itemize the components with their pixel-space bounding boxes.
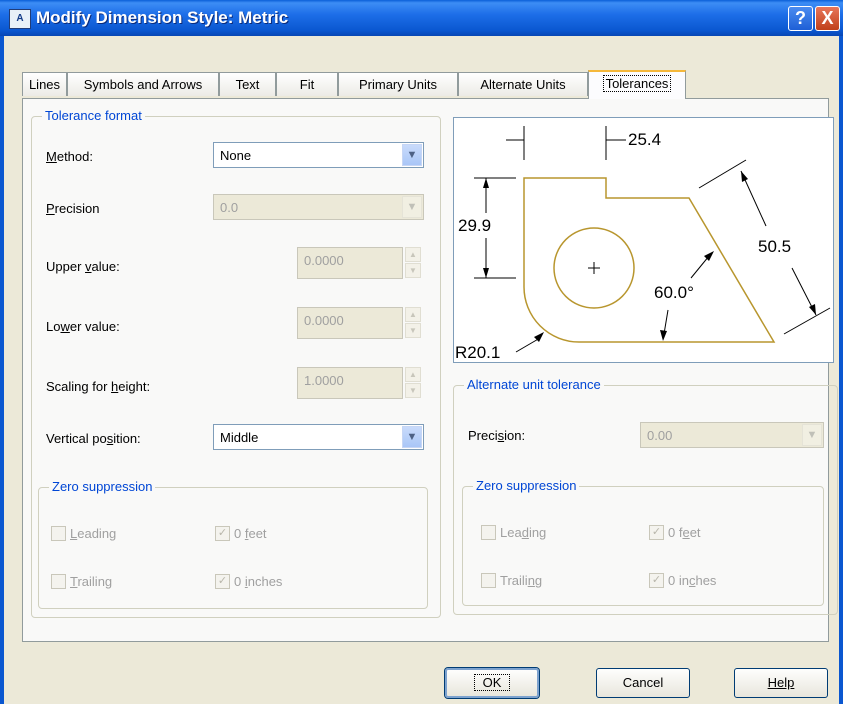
lower-value-label: Lower value:	[46, 319, 120, 334]
lower-value-input[interactable]: 0.0000	[297, 307, 403, 339]
vertical-position-value: Middle	[220, 430, 259, 445]
close-button[interactable]: X	[815, 6, 840, 31]
arrowhead	[483, 268, 489, 278]
arrowhead	[483, 178, 489, 188]
tab-text[interactable]: Text	[219, 72, 276, 96]
alt-zero-suppression-group: Zero suppression Leading Trailing ✓ 0 fe…	[462, 478, 824, 606]
alternate-unit-tolerance-group: Alternate unit tolerance Precision: 0.00…	[453, 377, 838, 615]
zero-inches-label: 0 inches	[234, 574, 283, 589]
help-label: Help	[767, 675, 795, 690]
method-select[interactable]: None ▼	[213, 142, 424, 168]
dim-right-text: 50.5	[758, 237, 791, 256]
checkmark-icon[interactable]: ✓	[215, 526, 230, 541]
checkbox-icon[interactable]	[51, 526, 66, 541]
alt-precision-select[interactable]: 0.00 ▼	[640, 422, 824, 448]
scaling-for-height-label: Scaling for height:	[46, 379, 151, 394]
lower-value-spinner[interactable]: 0.0000 ▲ ▼	[297, 307, 421, 339]
alt-trailing-label: Trailing	[500, 573, 543, 588]
tab-tolerances[interactable]: Tolerances	[588, 70, 686, 99]
tab-symbols-and-arrows[interactable]: Symbols and Arrows	[67, 72, 219, 96]
tolerance-format-title: Tolerance format	[42, 108, 145, 123]
precision-label: Precision	[46, 201, 100, 216]
method-value: None	[220, 148, 252, 163]
upper-value-label: Upper value:	[46, 259, 120, 274]
alt-precision-label: Precision:	[468, 428, 526, 443]
tab-lines[interactable]: Lines	[22, 72, 67, 96]
precision-select[interactable]: 0.0 ▼	[213, 194, 424, 220]
help-button[interactable]: Help	[734, 668, 828, 698]
spin-down-icon[interactable]: ▼	[405, 383, 421, 398]
cancel-button[interactable]: Cancel	[596, 668, 690, 698]
zero-suppression-group: Zero suppression Leading Trailing ✓ 0 fe…	[38, 479, 428, 609]
upper-value-spinner[interactable]: 0.0000 ▲ ▼	[297, 247, 421, 279]
preview-drawing: 25.4 29.9 50.5 60.0° R20.1	[455, 126, 831, 362]
extension-line	[783, 307, 831, 335]
zero-feet-label: 0 feet	[234, 526, 267, 541]
window-border-left	[0, 36, 4, 704]
checkmark-icon[interactable]: ✓	[215, 574, 230, 589]
app-icon: A	[9, 9, 31, 29]
spin-up-icon[interactable]: ▲	[405, 307, 421, 322]
precision-value: 0.0	[220, 200, 239, 215]
vertical-position-select[interactable]: Middle ▼	[213, 424, 424, 450]
chevron-down-icon[interactable]: ▼	[402, 426, 422, 448]
help-title-button[interactable]: ?	[788, 6, 813, 31]
trailing-label: Trailing	[70, 574, 113, 589]
dialog-title: Modify Dimension Style: Metric	[36, 8, 289, 27]
checkbox-icon[interactable]	[481, 573, 496, 588]
checkbox-icon[interactable]	[481, 525, 496, 540]
dim-left-text: 29.9	[458, 216, 491, 235]
spin-up-icon[interactable]: ▲	[405, 367, 421, 382]
leader-line	[515, 337, 541, 353]
alt-precision-value: 0.00	[647, 428, 673, 443]
arrowhead	[741, 171, 748, 182]
spin-down-icon[interactable]: ▼	[405, 323, 421, 338]
arrowhead	[660, 330, 667, 341]
upper-value-input[interactable]: 0.0000	[297, 247, 403, 279]
chevron-down-icon[interactable]: ▼	[402, 196, 422, 218]
dim-top-text: 25.4	[628, 130, 661, 149]
tolerance-format-group: Tolerance format Method: None ▼ Precisio…	[31, 108, 441, 618]
checkmark-icon[interactable]: ✓	[649, 525, 664, 540]
tab-fit[interactable]: Fit	[276, 72, 338, 96]
dialog-window: A Modify Dimension Style: Metric ? X Lin…	[0, 0, 843, 704]
angle-arc	[690, 255, 710, 279]
tolerances-panel: Tolerance format Method: None ▼ Precisio…	[22, 98, 838, 642]
part-outline	[523, 177, 776, 343]
window-border-right	[839, 36, 843, 704]
arrowhead	[809, 304, 816, 315]
alt-leading-label: Leading	[500, 525, 547, 540]
alt-zero-suppression-title: Zero suppression	[473, 478, 580, 493]
spin-down-icon[interactable]: ▼	[405, 263, 421, 278]
alt-zero-feet-label: 0 feet	[668, 525, 701, 540]
tab-primary-units[interactable]: Primary Units	[338, 72, 458, 96]
tab-alternate-units[interactable]: Alternate Units	[458, 72, 588, 96]
angle-arc	[663, 309, 669, 335]
dimension-preview: 25.4 29.9 50.5 60.0° R20.1	[453, 117, 834, 363]
extension-line	[698, 159, 747, 189]
scaling-for-height-spinner[interactable]: 1.0000 ▲ ▼	[297, 367, 421, 399]
ok-label: OK	[473, 674, 511, 691]
leading-label: Leading	[70, 526, 117, 541]
radius-text: R20.1	[455, 343, 500, 362]
angle-text: 60.0°	[654, 283, 694, 302]
checkmark-icon[interactable]: ✓	[649, 573, 664, 588]
alt-zero-inches-label: 0 inches	[668, 573, 717, 588]
scaling-for-height-input[interactable]: 1.0000	[297, 367, 403, 399]
spin-up-icon[interactable]: ▲	[405, 247, 421, 262]
chevron-down-icon[interactable]: ▼	[402, 144, 422, 166]
alternate-unit-tolerance-title: Alternate unit tolerance	[464, 377, 604, 392]
ok-button[interactable]: OK	[445, 668, 539, 698]
vertical-position-label: Vertical position:	[46, 431, 141, 446]
checkbox-icon[interactable]	[51, 574, 66, 589]
method-label: Method:	[46, 149, 93, 164]
title-bar[interactable]: A Modify Dimension Style: Metric ? X	[0, 0, 843, 36]
zero-suppression-title: Zero suppression	[49, 479, 156, 494]
tab-tolerances-label: Tolerances	[602, 75, 672, 92]
chevron-down-icon[interactable]: ▼	[802, 424, 822, 446]
